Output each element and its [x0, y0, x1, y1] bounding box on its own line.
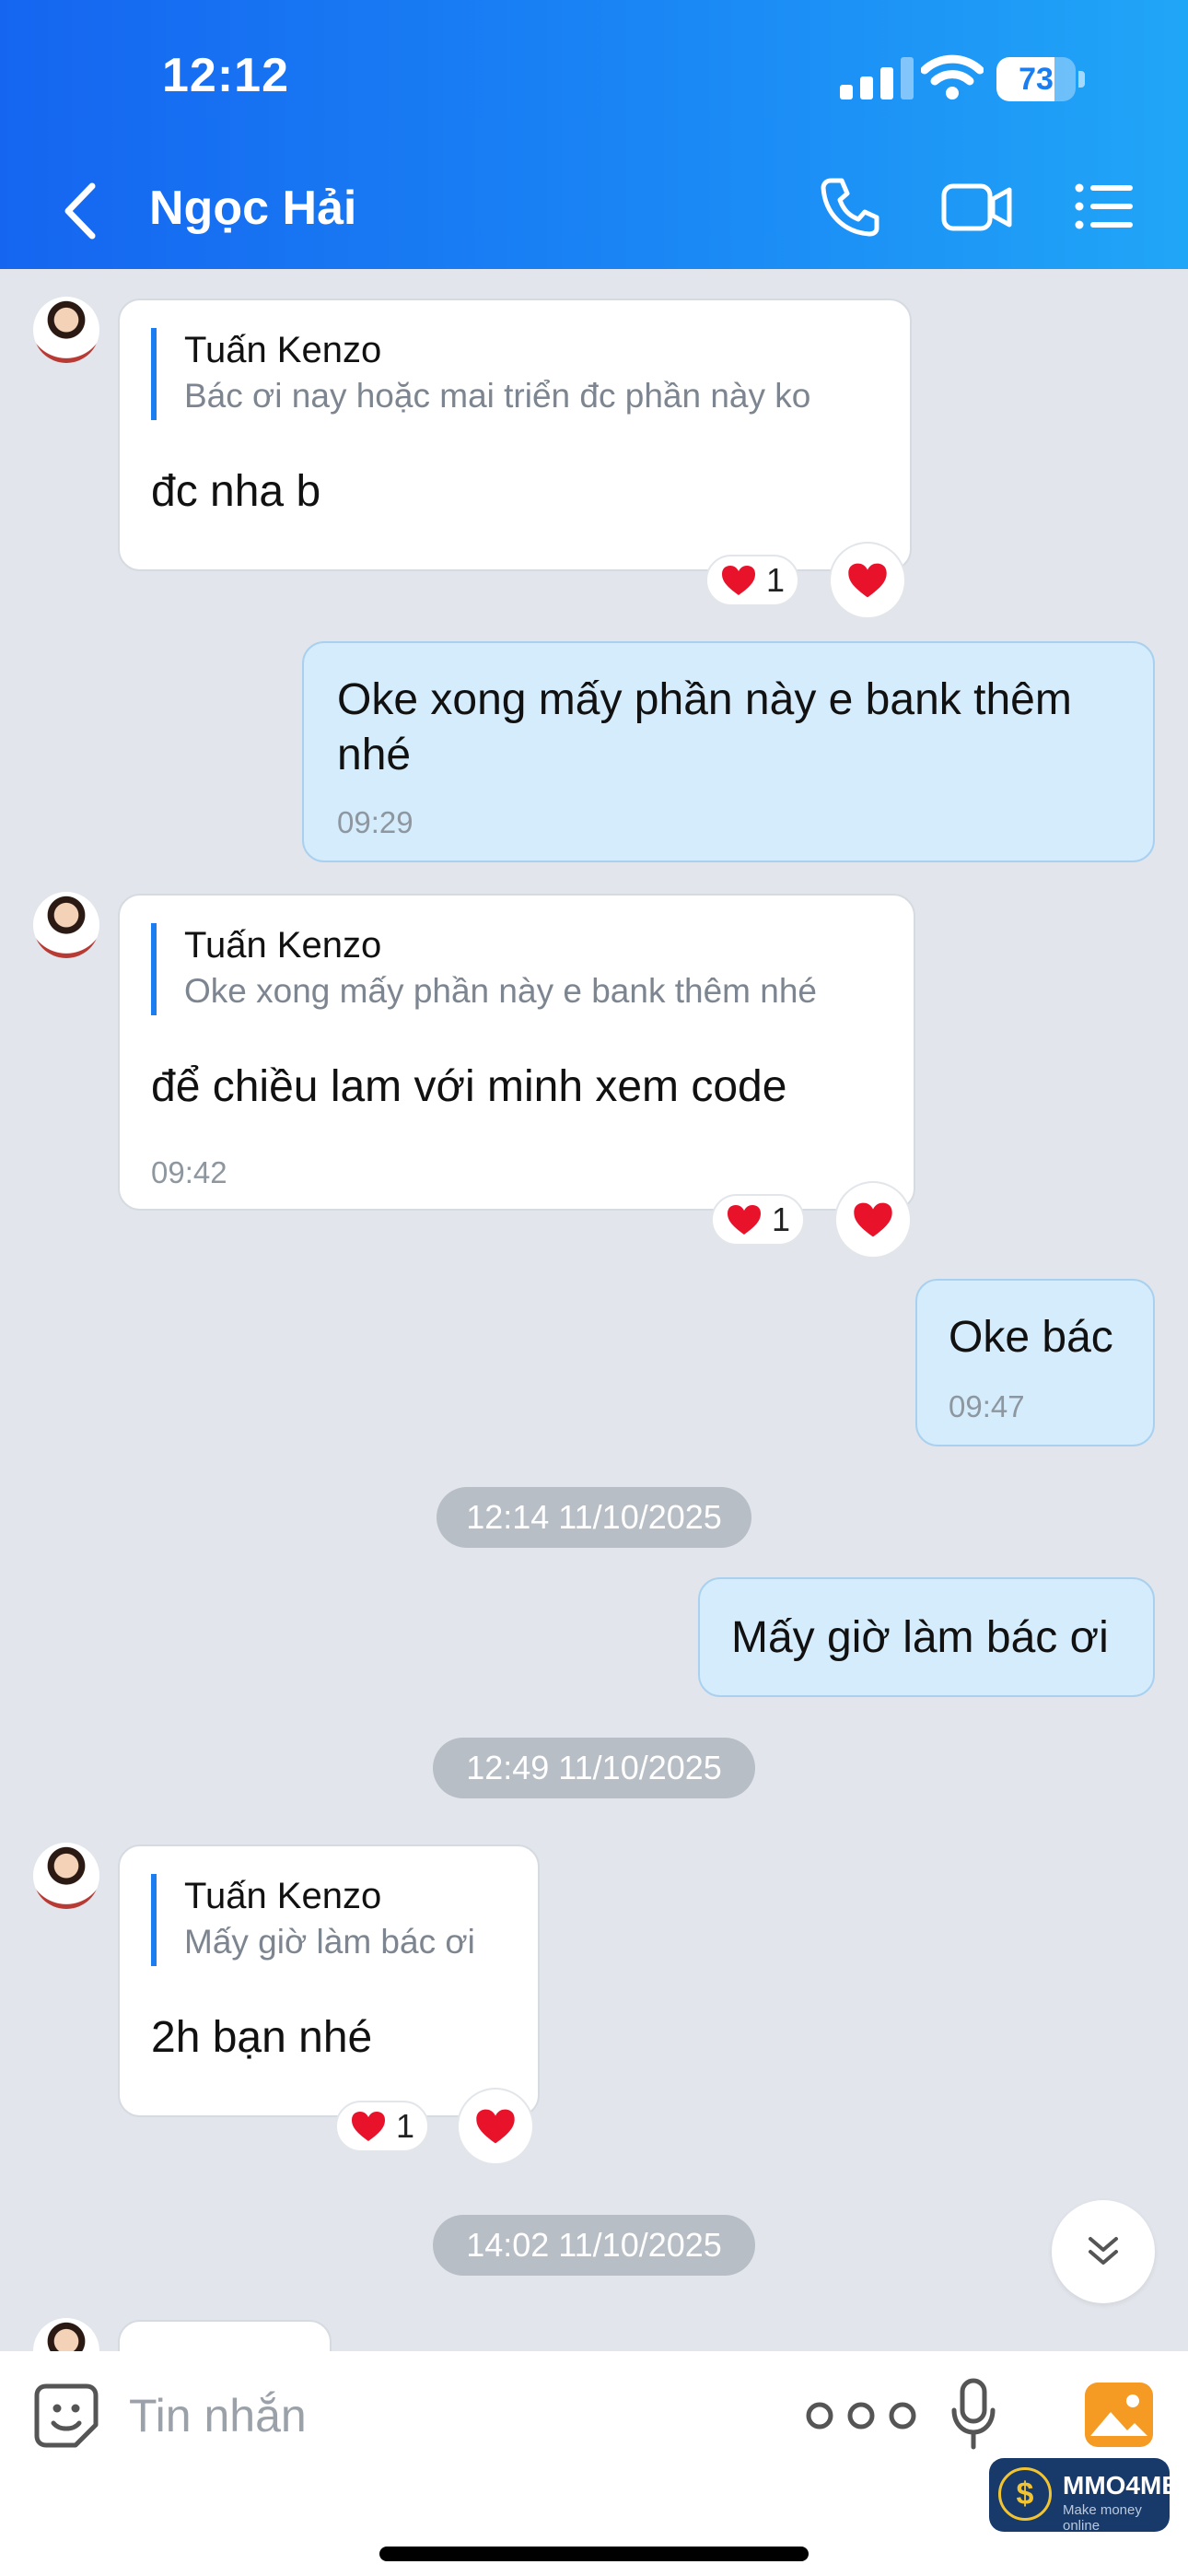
quoted-reply[interactable]: Tuấn Kenzo Bác ơi nay hoặc mai triển đc …: [151, 328, 810, 420]
message-text: Mấy giờ làm bác ơi: [731, 1613, 1109, 1662]
contact-avatar[interactable]: [33, 297, 99, 363]
dollar-coin-icon: $: [998, 2467, 1052, 2521]
quote-author: Tuấn Kenzo: [184, 1876, 382, 1916]
quoted-reply[interactable]: Tuấn Kenzo Oke xong mấy phần này e bank …: [151, 923, 817, 1015]
watermark-title: MMO4ME: [1063, 2471, 1179, 2500]
message-time: 09:47: [949, 1389, 1025, 1423]
quoted-reply[interactable]: Tuấn Kenzo Mấy giờ làm bác ơi: [151, 1874, 475, 1966]
reaction-count: 1: [766, 561, 786, 599]
message-text-line: Oke xong mấy phần này e bank thêm: [337, 675, 1072, 724]
scroll-to-bottom-button[interactable]: [1052, 2200, 1155, 2303]
message-text: để chiều lam với minh xem code: [151, 1062, 787, 1111]
watermark-subtitle: Make money online: [1063, 2502, 1142, 2534]
message-time: 09:42: [151, 1155, 227, 1189]
status-time: 12:12: [162, 49, 289, 102]
phone-call-icon[interactable]: [818, 175, 882, 240]
message-input[interactable]: [129, 2379, 774, 2453]
conversation-title[interactable]: Ngọc Hải: [149, 181, 356, 236]
heart-icon: [848, 563, 887, 598]
wifi-icon: [921, 54, 984, 100]
video-call-icon[interactable]: [941, 181, 1013, 234]
message-text: 2h bạn nhé: [151, 2013, 373, 2062]
message-composer: $ MMO4ME Make money online: [0, 2351, 1188, 2576]
reaction-count: 1: [772, 1200, 791, 1238]
sticker-emoji-icon[interactable]: [33, 2383, 99, 2449]
outgoing-message-bubble[interactable]: Mấy giờ làm bác ơi: [698, 1577, 1155, 1697]
photo-gallery-icon[interactable]: [1085, 2383, 1153, 2447]
battery-indicator: 73: [996, 57, 1085, 101]
contact-avatar[interactable]: [33, 892, 99, 958]
battery-percentage: 73: [1019, 62, 1054, 97]
outgoing-message-bubble[interactable]: Oke xong mấy phần này e bank thêm nhé 09…: [302, 641, 1155, 862]
heart-icon: [352, 2112, 385, 2141]
message-text: Oke bác: [949, 1313, 1113, 1362]
incoming-message-bubble[interactable]: Tuấn Kenzo Mấy giờ làm bác ơi 2h bạn nhé: [118, 1844, 540, 2117]
double-chevron-down-icon: [1089, 2237, 1118, 2265]
heart-icon: [854, 1202, 892, 1237]
reaction-summary[interactable]: 1: [705, 555, 800, 606]
outgoing-message-bubble[interactable]: Oke bác 09:47: [915, 1279, 1155, 1446]
date-separator: 12:14 11/10/2025: [437, 1487, 751, 1548]
incoming-message-bubble[interactable]: Tuấn Kenzo Oke xong mấy phần này e bank …: [118, 894, 915, 1211]
more-options-icon[interactable]: [801, 2397, 921, 2434]
message-text: đc nha b: [151, 467, 321, 516]
heart-icon: [476, 2109, 515, 2144]
microphone-icon[interactable]: [950, 2377, 996, 2451]
message-time: 09:29: [337, 805, 413, 839]
quote-author: Tuấn Kenzo: [184, 330, 382, 370]
chat-header: 12:12 73 Ngọc Hải: [0, 0, 1188, 269]
quote-text: Bác ơi nay hoặc mai triển đc phần này ko: [184, 377, 811, 415]
home-indicator: [379, 2547, 809, 2561]
incoming-message-bubble[interactable]: Tuấn Kenzo Bác ơi nay hoặc mai triển đc …: [118, 299, 912, 571]
reaction-summary[interactable]: 1: [711, 1194, 806, 1246]
react-button[interactable]: [829, 542, 906, 619]
reaction-count: 1: [396, 2107, 415, 2145]
contact-avatar[interactable]: [33, 1843, 99, 1909]
cellular-signal-icon: [840, 57, 914, 100]
reaction-summary[interactable]: 1: [335, 2101, 430, 2152]
react-button[interactable]: [457, 2088, 534, 2165]
react-button[interactable]: [834, 1181, 912, 1259]
watermark-logo: $ MMO4ME Make money online: [989, 2458, 1179, 2534]
date-separator: 12:49 11/10/2025: [433, 1738, 755, 1798]
quote-text: Mấy giờ làm bác ơi: [184, 1923, 475, 1961]
heart-icon: [722, 566, 755, 595]
quote-text: Oke xong mấy phần này e bank thêm nhé: [184, 972, 817, 1010]
message-text-line: nhé: [337, 731, 412, 779]
quote-author: Tuấn Kenzo: [184, 925, 382, 966]
back-chevron-icon[interactable]: [57, 181, 103, 241]
options-list-icon[interactable]: [1074, 181, 1135, 232]
heart-icon: [728, 1205, 761, 1235]
date-separator: 14:02 11/10/2025: [433, 2215, 755, 2276]
